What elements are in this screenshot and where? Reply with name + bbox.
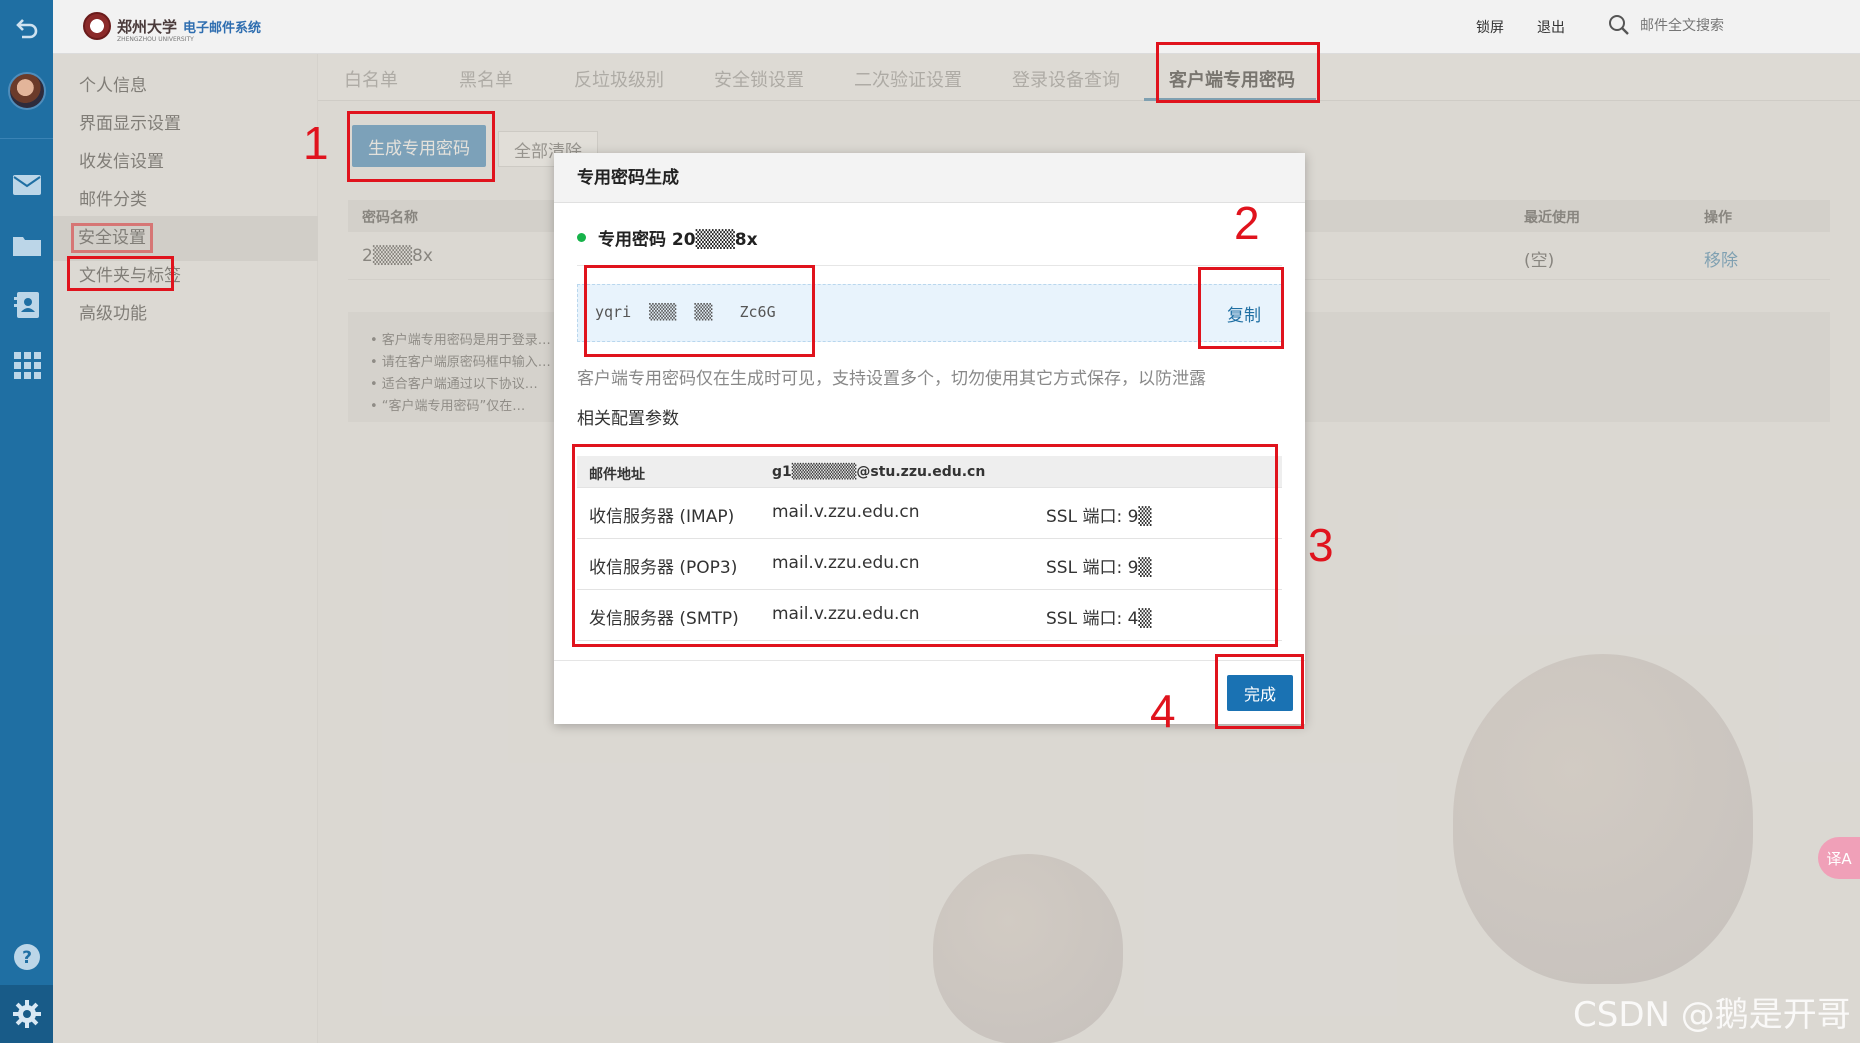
svg-text:?: ? [22, 948, 32, 968]
university-logo[interactable]: 郑州大学 电子邮件系统 ZHENGZHOU UNIVERSITY [83, 12, 262, 43]
config-label: 相关配置参数 [577, 409, 679, 429]
active-tab-indicator [1144, 98, 1316, 101]
menu-item-label: 安全设置 [71, 223, 153, 253]
annotation-number: 1 [303, 117, 329, 169]
logo-system: 电子邮件系统 [183, 20, 262, 36]
menu-item-label: 收发信设置 [79, 152, 164, 172]
modal-title: 专用密码生成 [554, 153, 1305, 203]
tab-antispam[interactable]: 反垃圾级别 [574, 66, 664, 92]
icon-rail: ? [0, 0, 53, 1043]
logout-link[interactable]: 退出 [1537, 17, 1565, 37]
lock-screen-link[interactable]: 锁屏 [1476, 17, 1504, 37]
email-label: 邮件地址 [589, 467, 645, 483]
config-row-host: mail.v.zzu.edu.cn [772, 604, 920, 624]
tab-blacklist[interactable]: 黑名单 [459, 66, 513, 92]
tab-two-factor[interactable]: 二次验证设置 [854, 66, 962, 92]
seal-icon [83, 12, 111, 40]
annotation-number: 3 [1308, 519, 1334, 571]
config-row-host: mail.v.zzu.edu.cn [772, 553, 920, 573]
config-row-imap: 收信服务器 (IMAP) mail.v.zzu.edu.cn SSL 端口: 9… [577, 488, 1282, 539]
password-title: 专用密码 20▒▒▒8x [598, 230, 758, 250]
config-row-port: SSL 端口: 4▒ [1046, 609, 1152, 629]
col-action: 操作 [1704, 210, 1732, 226]
search-box [1608, 14, 1800, 36]
config-table: 邮件地址 g1▒▒▒▒▒▒@stu.zzu.edu.cn 收信服务器 (IMAP… [577, 456, 1282, 641]
logo-sub: ZHENGZHOU UNIVERSITY [117, 36, 194, 43]
menu-item-advanced[interactable]: 高级功能 [53, 292, 318, 337]
folder-icon[interactable] [0, 220, 53, 270]
annotation-number: 2 [1234, 197, 1260, 249]
tab-client-password[interactable]: 客户端专用密码 [1169, 66, 1295, 92]
translate-widget[interactable]: 译A [1818, 837, 1860, 879]
copy-button[interactable]: 复制 [1227, 301, 1261, 326]
password-value: yqri ▒▒▒ ▒▒ Zc6G [595, 303, 776, 321]
password-box: yqri ▒▒▒ ▒▒ Zc6G 复制 [577, 284, 1282, 342]
config-row-label: 发信服务器 (SMTP) [589, 609, 739, 629]
password-hint: 客户端专用密码仅在生成时可见，支持设置多个，切勿使用其它方式保存，以防泄露 [577, 369, 1206, 389]
menu-item-label: 界面显示设置 [79, 114, 181, 134]
generate-password-button[interactable]: 生成专用密码 [352, 125, 486, 167]
remove-link[interactable]: 移除 [1704, 246, 1738, 271]
search-icon[interactable] [1608, 14, 1630, 36]
menu-item-label: 邮件分类 [79, 190, 147, 210]
mail-icon[interactable] [0, 160, 53, 210]
contacts-icon[interactable] [0, 280, 53, 330]
tab-security-lock[interactable]: 安全锁设置 [714, 66, 804, 92]
apps-icon[interactable] [0, 340, 53, 390]
last-used-value: (空) [1524, 251, 1555, 271]
config-row-label: 收信服务器 (POP3) [589, 558, 738, 578]
gear-icon[interactable] [0, 985, 53, 1043]
menu-item-label: 个人信息 [79, 76, 147, 96]
back-icon[interactable] [0, 2, 53, 52]
tab-whitelist[interactable]: 白名单 [344, 66, 398, 92]
avatar[interactable] [8, 72, 46, 110]
tab-login-devices[interactable]: 登录设备查询 [1012, 66, 1120, 92]
config-row-label: 收信服务器 (IMAP) [589, 507, 735, 527]
config-head-row: 邮件地址 g1▒▒▒▒▒▒@stu.zzu.edu.cn [577, 456, 1282, 488]
password-modal: 专用密码生成 专用密码 20▒▒▒8x yqri ▒▒▒ ▒▒ Zc6G 复制 … [554, 153, 1305, 724]
status-dot-icon [577, 233, 586, 242]
menu-item-label: 文件夹与标签 [79, 266, 181, 286]
search-input[interactable] [1640, 17, 1800, 33]
col-last-used: 最近使用 [1524, 210, 1580, 226]
annotation-number: 4 [1150, 685, 1176, 737]
config-row-port: SSL 端口: 9▒ [1046, 507, 1152, 527]
config-row-port: SSL 端口: 9▒ [1046, 558, 1152, 578]
logo-text: 郑州大学 [117, 17, 178, 36]
tab-bar: 白名单 黑名单 反垃圾级别 安全锁设置 二次验证设置 登录设备查询 客户端专用密… [318, 54, 1860, 101]
password-name: 2▒▒▒8x [362, 246, 433, 266]
settings-menu: 个人信息 界面显示设置 收发信设置 邮件分类 安全设置 文件夹与标签 高级功能 [53, 54, 318, 1043]
top-header: 郑州大学 电子邮件系统 ZHENGZHOU UNIVERSITY 锁屏 退出 [53, 0, 1860, 54]
email-value: g1▒▒▒▒▒▒@stu.zzu.edu.cn [772, 464, 986, 480]
config-row-host: mail.v.zzu.edu.cn [772, 502, 920, 522]
col-name: 密码名称 [362, 210, 418, 226]
config-row-pop3: 收信服务器 (POP3) mail.v.zzu.edu.cn SSL 端口: 9… [577, 539, 1282, 590]
done-button[interactable]: 完成 [1227, 675, 1293, 711]
help-icon[interactable]: ? [0, 932, 53, 982]
password-title-row: 专用密码 20▒▒▒8x [577, 225, 758, 250]
menu-item-label: 高级功能 [79, 304, 147, 324]
config-row-smtp: 发信服务器 (SMTP) mail.v.zzu.edu.cn SSL 端口: 4… [577, 590, 1282, 641]
watermark: CSDN @鹅是开哥 [1573, 995, 1851, 1035]
